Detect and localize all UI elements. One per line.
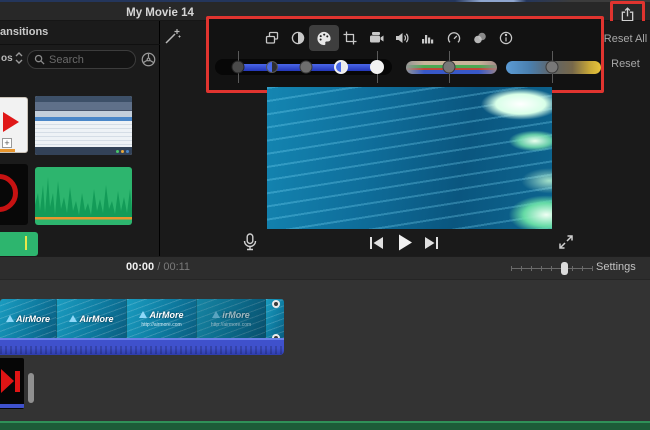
red-arrow-graphic: [1, 369, 14, 393]
media-thumbnail-circle-clip[interactable]: [0, 164, 28, 225]
speed-icon[interactable]: [446, 30, 462, 46]
window-title: My Movie 14: [126, 7, 194, 19]
thumb-window-statusbar: [35, 147, 132, 155]
saturation-handle[interactable]: [442, 60, 456, 74]
effects-icon[interactable]: [472, 30, 488, 46]
media-kind-dropdown[interactable]: os: [1, 52, 23, 64]
skip-to-end-button[interactable]: [424, 236, 439, 250]
background-music-track[interactable]: [0, 421, 650, 430]
clip-audio-strip: [0, 404, 24, 408]
airmore-logo-icon: [69, 315, 78, 322]
media-browser-panel: ansitions os Search +: [0, 21, 160, 256]
media-thumbnail-arrow-clip[interactable]: +: [0, 97, 28, 153]
white-point-handle[interactable]: [370, 60, 384, 74]
search-box[interactable]: [27, 50, 136, 69]
waveform-graphic: [35, 177, 132, 220]
timeline-settings-button[interactable]: Settings: [596, 261, 636, 273]
audio-waveform: [0, 346, 284, 354]
airmore-logo-icon: [139, 311, 148, 318]
search-input[interactable]: [49, 53, 127, 66]
add-to-timeline-button[interactable]: +: [2, 138, 12, 148]
color-adjust-panel: [206, 16, 604, 93]
clip-segment[interactable]: AirMore: [0, 299, 57, 338]
arrow-video-clip[interactable]: [0, 358, 24, 409]
fullscreen-icon[interactable]: [558, 234, 574, 250]
stabilization-icon[interactable]: [368, 30, 384, 46]
divider: [0, 44, 160, 45]
share-icon[interactable]: [620, 6, 635, 22]
play-button[interactable]: [396, 233, 414, 252]
favorite-mark: [0, 149, 15, 152]
crop-icon[interactable]: [342, 30, 358, 46]
volume-icon[interactable]: [394, 30, 410, 46]
airmore-logo-icon: [5, 315, 14, 322]
total-duration: 00:11: [163, 261, 191, 273]
thumb-window-rows: [35, 121, 132, 147]
clip-trim-handle[interactable]: [28, 373, 34, 403]
color-correction-icon[interactable]: [316, 30, 332, 46]
color-balance-icon[interactable]: [290, 30, 306, 46]
clip-segment[interactable]: irMore http://airmore.com: [197, 299, 266, 338]
zoom-slider-handle[interactable]: [561, 262, 568, 275]
highlights-handle[interactable]: [334, 60, 348, 74]
voiceover-mic-icon[interactable]: [242, 233, 258, 253]
media-thumbnail-audio-waveform[interactable]: [35, 167, 132, 225]
noise-reduction-icon[interactable]: [420, 30, 436, 46]
clip-segment[interactable]: AirMore http://airmore.com: [127, 299, 197, 338]
search-icon: [34, 54, 45, 65]
info-icon[interactable]: [498, 30, 514, 46]
media-thumbnail-green-clip[interactable]: [0, 232, 38, 256]
red-ring-graphic: [0, 174, 18, 212]
airmore-logo-icon: [212, 311, 221, 318]
sort-chevrons-icon: [15, 52, 23, 64]
thumb-status-dots: [116, 149, 129, 153]
timeline-area[interactable]: AirMore AirMore AirMore http://airmore.c…: [0, 280, 650, 430]
reset-button[interactable]: Reset: [601, 58, 650, 70]
clip-filter-icon[interactable]: [137, 48, 159, 70]
clip-connect-dot[interactable]: [272, 300, 280, 308]
shadows-handle[interactable]: [266, 61, 278, 73]
temperature-handle[interactable]: [545, 60, 559, 74]
reset-all-button[interactable]: Reset All: [601, 33, 650, 45]
media-kind-label: os: [1, 52, 13, 64]
clip-marker: [25, 236, 27, 250]
black-point-handle[interactable]: [231, 60, 245, 74]
skip-to-start-button[interactable]: [369, 236, 384, 250]
airmore-audio-track[interactable]: [0, 338, 284, 355]
imovie-window: My Movie 14 ansitions os Search + Reset …: [0, 0, 650, 430]
media-thumbnail-screenshot-clip[interactable]: [35, 96, 132, 155]
midtones-handle[interactable]: [299, 60, 313, 74]
thumb-window-toolbar: [35, 102, 132, 111]
airmore-video-clip[interactable]: AirMore AirMore AirMore http://airmore.c…: [0, 299, 284, 338]
tab-transitions[interactable]: ansitions: [0, 26, 48, 38]
red-bar-graphic: [15, 371, 20, 392]
video-preview[interactable]: [267, 87, 552, 229]
clip-segment[interactable]: AirMore: [57, 299, 127, 338]
timecode-display: 00:00 / 00:11: [126, 261, 191, 273]
auto-enhance-wand-icon[interactable]: [164, 28, 181, 45]
timeline-zoom-slider[interactable]: [511, 262, 593, 275]
current-time: 00:00: [126, 261, 155, 273]
red-arrow-graphic: [3, 112, 19, 132]
overlay-icon[interactable]: [264, 30, 280, 46]
